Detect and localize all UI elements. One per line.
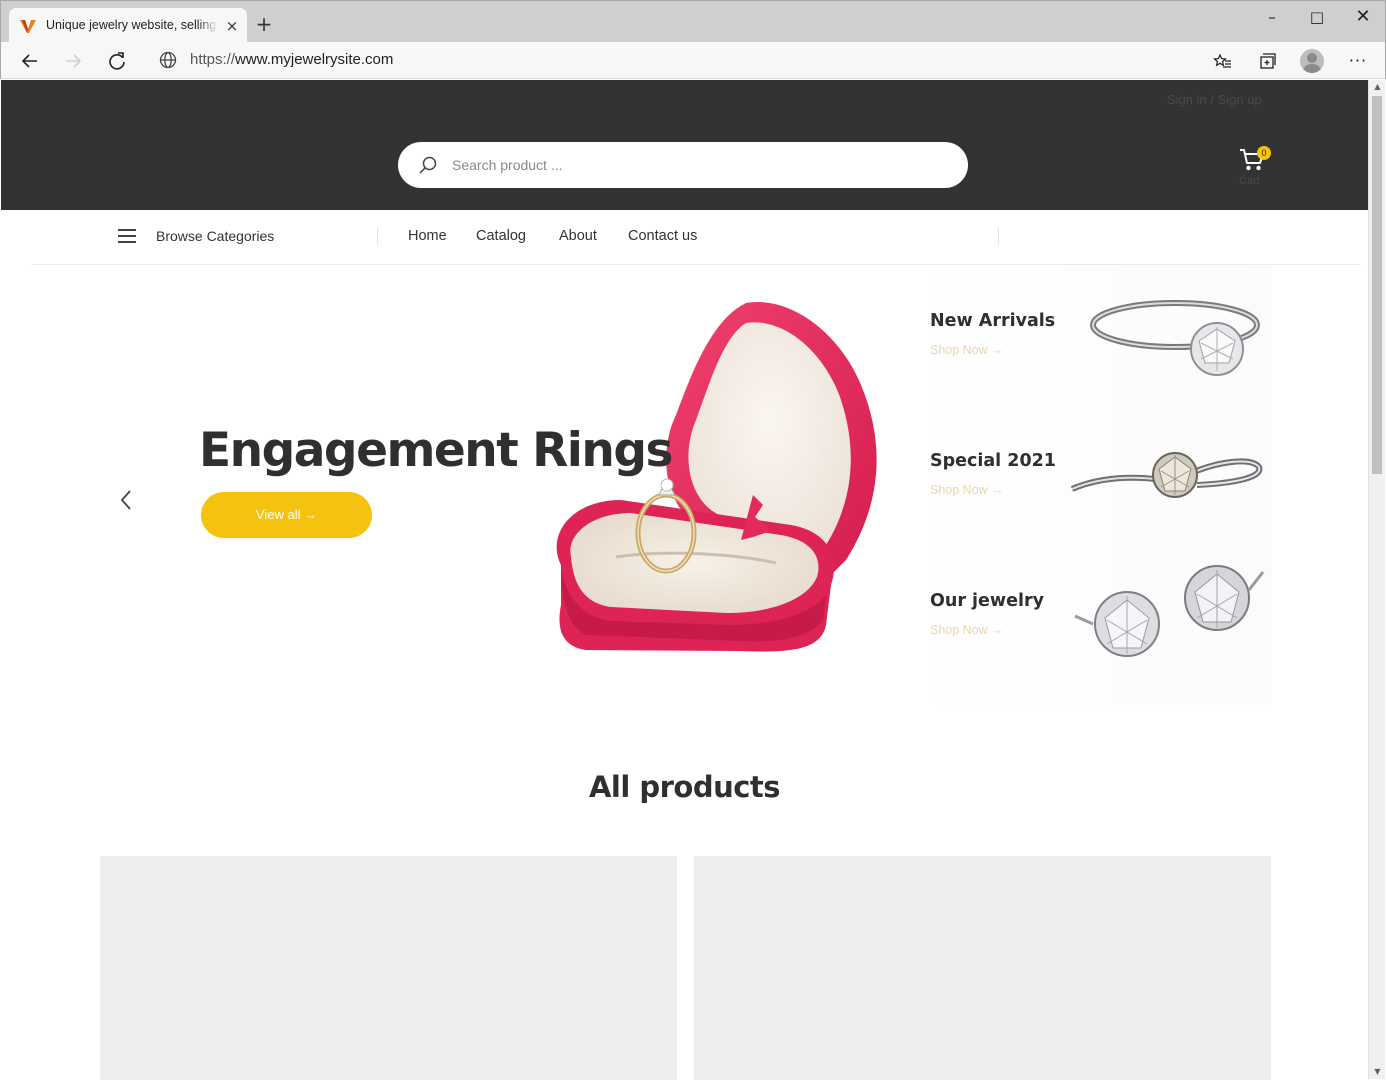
main-nav: Browse Categories Home Catalog About Con… bbox=[1, 210, 1368, 265]
nav-divider bbox=[377, 228, 378, 245]
promo-panel: New Arrivals Shop Now → Special 2021 Sho… bbox=[909, 265, 1272, 705]
browser-tab[interactable]: Unique jewelry website, selling jewelry … bbox=[9, 8, 247, 43]
shop-now-link[interactable]: Shop Now → bbox=[930, 623, 1004, 637]
window-minimize-button[interactable]: – bbox=[1249, 4, 1295, 32]
browser-tab-strip: Unique jewelry website, selling jewelry … bbox=[0, 0, 1386, 43]
cart-button[interactable]: 0 Cart bbox=[1236, 146, 1276, 190]
tab-title: Unique jewelry website, selling jewelry bbox=[46, 18, 218, 32]
cart-count-badge: 0 bbox=[1257, 146, 1271, 160]
hero-title: Engagement Rings bbox=[199, 423, 673, 478]
site-header: Sign in / Sign up 0 Cart bbox=[1, 80, 1368, 210]
browse-categories-button[interactable]: Browse Categories bbox=[156, 228, 274, 244]
search-input[interactable] bbox=[452, 154, 932, 176]
globe-icon[interactable] bbox=[158, 50, 178, 70]
hamburger-icon[interactable] bbox=[118, 229, 136, 245]
arrow-left-icon[interactable] bbox=[16, 47, 44, 75]
avatar-icon[interactable] bbox=[1300, 49, 1324, 73]
url-scheme: https:// bbox=[190, 51, 236, 68]
search-icon[interactable] bbox=[418, 155, 438, 175]
promo-card-our-jewelry[interactable]: Our jewelry Shop Now → bbox=[909, 555, 1272, 695]
promo-card-new-arrivals[interactable]: New Arrivals Shop Now → bbox=[909, 275, 1272, 415]
star-list-icon[interactable] bbox=[1208, 47, 1236, 75]
nav-link-home[interactable]: Home bbox=[408, 228, 447, 244]
scroll-up-icon[interactable]: ▲ bbox=[1369, 80, 1386, 94]
ring-image bbox=[1070, 452, 1263, 498]
page-viewport: Sign in / Sign up 0 Cart Browse Categori… bbox=[1, 80, 1368, 1080]
scroll-down-icon[interactable]: ▼ bbox=[1369, 1065, 1386, 1079]
collections-icon[interactable] bbox=[1253, 47, 1281, 75]
address-bar[interactable]: https://www.myjewelrysite.com bbox=[190, 51, 393, 68]
ring-image bbox=[1090, 300, 1260, 376]
cart-label: Cart bbox=[1239, 175, 1260, 187]
nav-link-contact[interactable]: Contact us bbox=[628, 228, 697, 244]
shop-now-link[interactable]: Shop Now → bbox=[930, 483, 1004, 497]
signin-link[interactable]: Sign in / Sign up bbox=[1167, 92, 1262, 107]
nav-link-catalog[interactable]: Catalog bbox=[476, 228, 526, 244]
window-maximize-button[interactable]: □ bbox=[1294, 4, 1340, 32]
earrings-image bbox=[1074, 565, 1265, 657]
more-menu-button[interactable]: ··· bbox=[1344, 47, 1372, 75]
search-bar bbox=[398, 142, 968, 188]
reload-icon[interactable] bbox=[103, 47, 131, 75]
product-card[interactable] bbox=[100, 856, 677, 1080]
view-all-button[interactable]: View all → bbox=[201, 492, 372, 538]
hero-slider: Engagement Rings View all → New Arrivals… bbox=[1, 265, 1368, 735]
scrollbar-thumb[interactable] bbox=[1372, 96, 1382, 474]
chevron-left-icon[interactable] bbox=[115, 485, 137, 515]
nav-divider bbox=[998, 228, 999, 245]
promo-card-special-2021[interactable]: Special 2021 Shop Now → bbox=[909, 415, 1272, 555]
new-tab-button[interactable]: + bbox=[254, 14, 274, 34]
all-products-heading: All products bbox=[588, 770, 781, 804]
window-close-button[interactable]: ✕ bbox=[1340, 4, 1386, 32]
browser-toolbar: https://www.myjewelrysite.com ··· bbox=[0, 42, 1386, 79]
promo-title: Our jewelry bbox=[930, 591, 1044, 611]
page-scrollbar[interactable]: ▲ ▼ bbox=[1368, 80, 1385, 1079]
nav-link-about[interactable]: About bbox=[559, 228, 597, 244]
shop-now-link[interactable]: Shop Now → bbox=[930, 343, 1004, 357]
tab-close-icon[interactable]: × bbox=[223, 17, 241, 35]
url-host: www.myjewelrysite.com bbox=[235, 51, 394, 68]
product-card[interactable] bbox=[694, 856, 1271, 1080]
promo-title: Special 2021 bbox=[930, 451, 1056, 471]
ring-box-image bbox=[556, 301, 877, 652]
arrow-right-icon[interactable] bbox=[59, 47, 87, 75]
site-favicon-icon bbox=[20, 20, 36, 33]
promo-title: New Arrivals bbox=[930, 311, 1056, 331]
